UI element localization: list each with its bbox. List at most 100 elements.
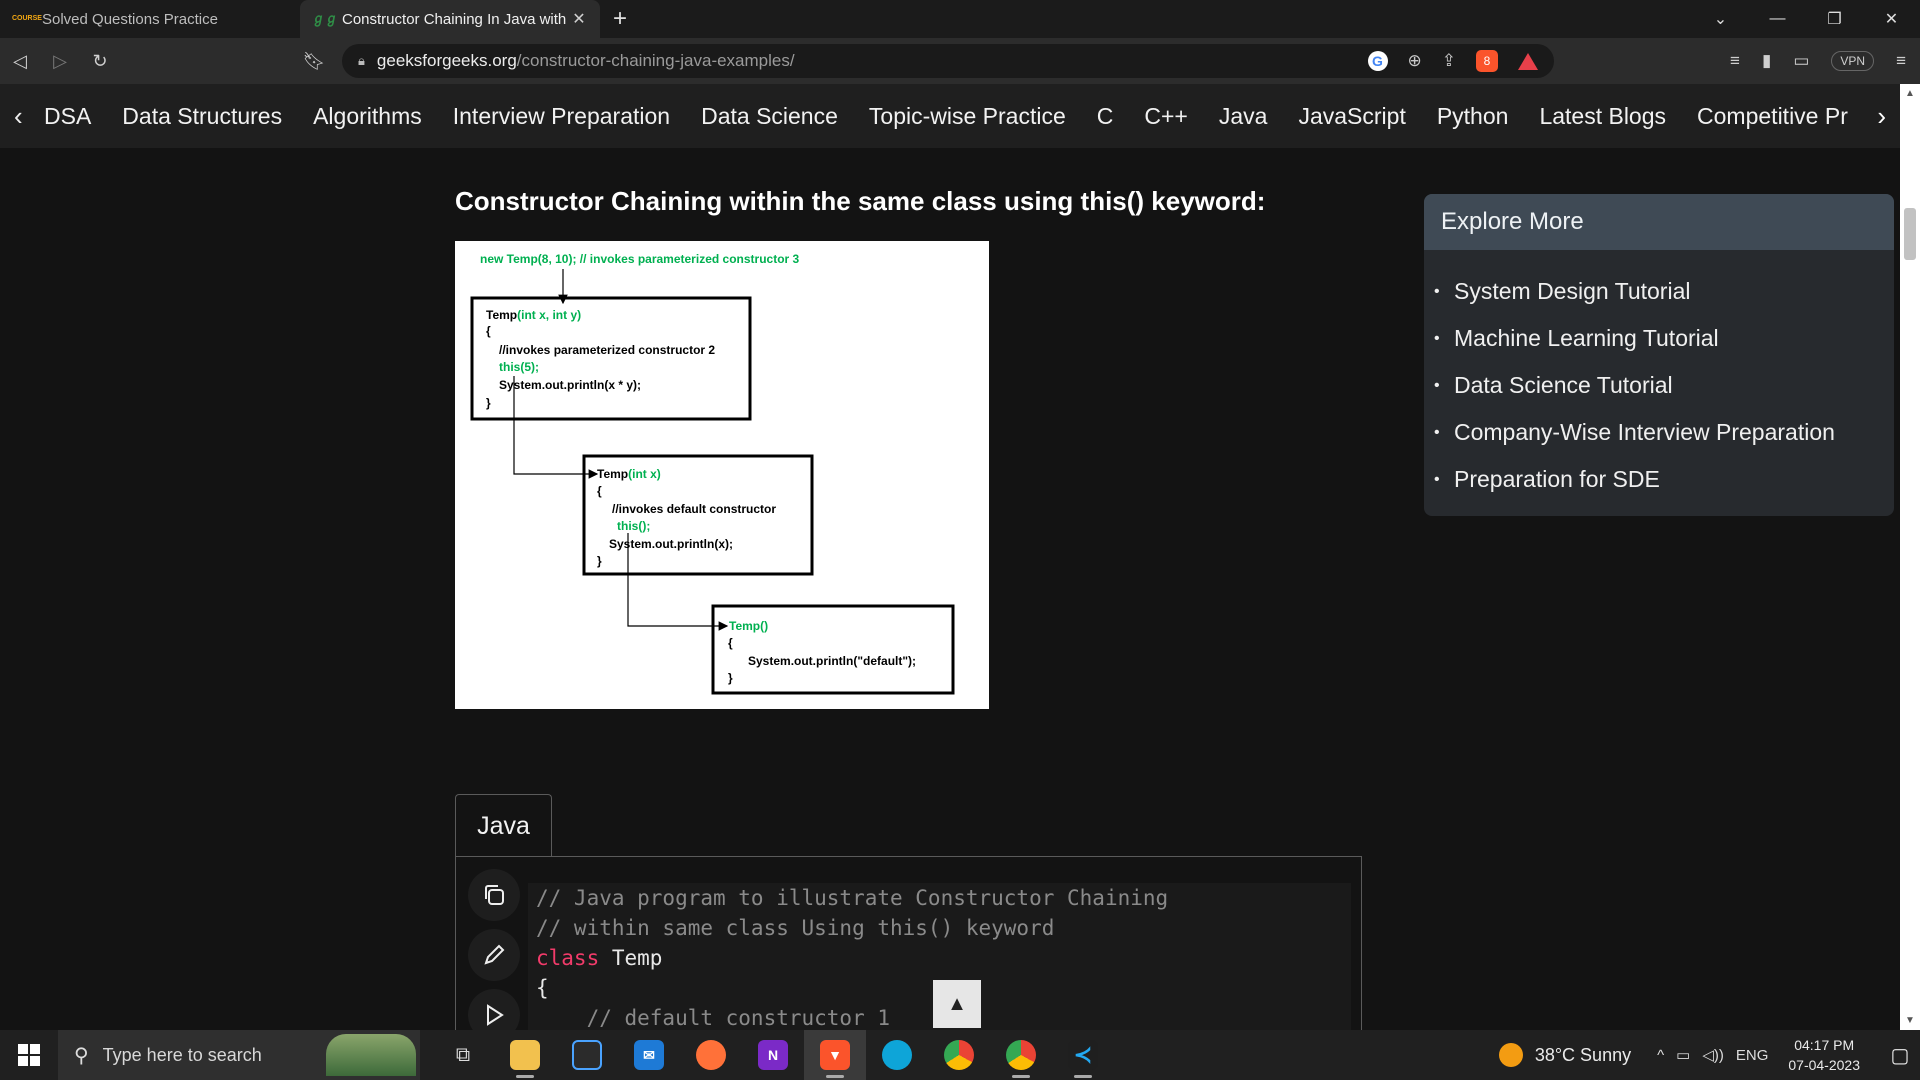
explore-link-company-wise[interactable]: • Company-Wise Interview Preparation <box>1424 409 1894 456</box>
chrome-profile-icon[interactable] <box>990 1030 1052 1080</box>
playlist-icon[interactable]: ≡ <box>1730 51 1740 71</box>
minimize-button[interactable]: — <box>1749 0 1806 38</box>
nav-item-python[interactable]: Python <box>1437 103 1509 130</box>
link-label: Company-Wise Interview Preparation <box>1454 419 1835 445</box>
start-button[interactable] <box>0 1030 58 1080</box>
tab-solved-questions[interactable]: COURSE Solved Questions Practice <box>0 0 300 38</box>
code-line: class Temp <box>528 943 1351 973</box>
wallet-icon[interactable]: ▭ <box>1793 51 1809 71</box>
nav-item-data-structures[interactable]: Data Structures <box>122 103 282 130</box>
brave-rewards-icon[interactable] <box>1518 52 1538 70</box>
article-content: Constructor Chaining within the same cla… <box>0 148 1900 1030</box>
battery-icon[interactable]: ▭ <box>1676 1046 1690 1064</box>
close-window-button[interactable]: ✕ <box>1863 0 1920 38</box>
copy-code-icon[interactable] <box>468 869 520 921</box>
forward-button[interactable]: ▷ <box>40 38 80 84</box>
code-keyword: class <box>536 946 600 970</box>
explore-link-machine-learning[interactable]: • Machine Learning Tutorial <box>1424 315 1894 362</box>
search-highlight-image <box>326 1034 416 1076</box>
lock-icon: 🔒︎ <box>358 53 365 68</box>
weather-widget[interactable]: 38°C Sunny <box>1498 1043 1631 1067</box>
box3-sig: Temp() <box>729 619 768 633</box>
edge-icon[interactable] <box>866 1030 928 1080</box>
nav-item-c[interactable]: C <box>1097 103 1114 130</box>
nav-item-latest-blogs[interactable]: Latest Blogs <box>1539 103 1666 130</box>
edit-code-icon[interactable] <box>468 929 520 981</box>
explore-link-data-science[interactable]: • Data Science Tutorial <box>1424 362 1894 409</box>
menu-icon[interactable]: ≡ <box>1896 51 1906 71</box>
box2-params: (int x) <box>628 467 661 481</box>
search-icon: ⚲ <box>74 1044 89 1067</box>
browser-toolbar: ◁ ▷ ↻ 🔖︎ 🔒︎ geeksforgeeks.org/constructo… <box>0 38 1920 84</box>
box1-open: { <box>486 324 491 338</box>
box2-call: this(); <box>617 519 650 533</box>
nav-item-javascript[interactable]: JavaScript <box>1298 103 1405 130</box>
taskbar-search-box[interactable]: ⚲ Type here to search <box>58 1030 420 1080</box>
explore-link-sde[interactable]: • Preparation for SDE <box>1424 456 1894 503</box>
tab-search-chevron-icon[interactable]: ⌄ <box>1692 0 1749 38</box>
sidebar-icon[interactable]: ▮ <box>1762 51 1771 71</box>
scroll-to-top-button[interactable]: ▲ <box>933 980 981 1028</box>
page-scrollbar[interactable]: ▲ ▼ <box>1900 84 1920 1030</box>
vscode-icon[interactable]: ≺ <box>1052 1030 1114 1080</box>
box2-open: { <box>597 484 602 498</box>
nav-item-java[interactable]: Java <box>1219 103 1268 130</box>
back-button[interactable]: ◁ <box>0 38 40 84</box>
explore-link-system-design[interactable]: • System Design Tutorial <box>1424 268 1894 315</box>
nav-item-competitive-programming[interactable]: Competitive Pr <box>1697 103 1848 130</box>
reload-button[interactable]: ↻ <box>80 38 120 84</box>
box2-close: } <box>597 554 602 568</box>
tab-title: Constructor Chaining In Java with E <box>342 10 570 28</box>
window-controls: ⌄ — ❐ ✕ <box>1692 0 1920 38</box>
address-bar[interactable]: 🔒︎ geeksforgeeks.org/constructor-chainin… <box>342 44 1554 78</box>
volume-icon[interactable]: ◁)) <box>1702 1046 1724 1064</box>
zoom-icon[interactable]: ⊕ <box>1408 51 1422 71</box>
language-indicator[interactable]: ENG <box>1736 1047 1769 1064</box>
onenote-icon[interactable]: N <box>742 1030 804 1080</box>
nav-item-cpp[interactable]: C++ <box>1144 103 1187 130</box>
clock-time: 04:17 PM <box>1794 1037 1855 1053</box>
link-label: Preparation for SDE <box>1454 466 1660 492</box>
notification-icon[interactable]: ▢ <box>1880 1043 1920 1068</box>
box1-call: this(5); <box>499 360 539 374</box>
firefox-icon[interactable] <box>680 1030 742 1080</box>
nav-item-dsa[interactable]: DSA <box>44 103 91 130</box>
scroll-down-arrow-icon[interactable]: ▼ <box>1905 1015 1915 1026</box>
nav-item-topic-wise-practice[interactable]: Topic-wise Practice <box>869 103 1066 130</box>
task-view-icon[interactable]: ⧉ <box>432 1030 494 1080</box>
box3-print: System.out.println("default"); <box>748 654 916 668</box>
share-icon[interactable]: ⇪ <box>1442 51 1456 71</box>
restore-button[interactable]: ❐ <box>1806 0 1863 38</box>
mail-icon[interactable]: ✉ <box>618 1030 680 1080</box>
tab-constructor-chaining[interactable]: ℊℊ Constructor Chaining In Java with E ✕ <box>300 0 600 38</box>
site-nav-bar: ‹ DSA Data Structures Algorithms Intervi… <box>0 84 1900 148</box>
microsoft-store-icon[interactable] <box>556 1030 618 1080</box>
chrome-icon[interactable] <box>928 1030 990 1080</box>
system-tray: 38°C Sunny ^ ▭ ◁)) ENG 04:17 PM 07-04-20… <box>1498 1030 1920 1080</box>
brave-shields-icon[interactable]: 8 <box>1476 50 1498 72</box>
brave-taskbar-icon[interactable]: ▼ <box>804 1030 866 1080</box>
nav-item-interview-preparation[interactable]: Interview Preparation <box>453 103 670 130</box>
file-explorer-icon[interactable] <box>494 1030 556 1080</box>
box1-params: (int x, int y) <box>517 308 581 322</box>
new-tab-button[interactable]: + <box>600 0 640 38</box>
nav-scroll-right-icon[interactable]: › <box>1871 84 1886 148</box>
close-tab-icon[interactable]: ✕ <box>570 9 588 29</box>
clock[interactable]: 04:17 PM 07-04-2023 <box>1788 1035 1860 1075</box>
bookmark-icon[interactable]: 🔖︎ <box>294 38 334 84</box>
nav-item-data-science[interactable]: Data Science <box>701 103 838 130</box>
vpn-button[interactable]: VPN <box>1831 51 1875 71</box>
nav-item-algorithms[interactable]: Algorithms <box>313 103 422 130</box>
box1-close: } <box>486 396 491 410</box>
show-hidden-icons-icon[interactable]: ^ <box>1657 1047 1664 1064</box>
gfg-favicon-icon: ℊℊ <box>312 11 339 26</box>
nav-scroll-left-icon[interactable]: ‹ <box>14 101 32 132</box>
search-placeholder: Type here to search <box>102 1044 262 1065</box>
scrollbar-thumb[interactable] <box>1904 208 1916 260</box>
clock-date: 07-04-2023 <box>1788 1057 1860 1073</box>
google-icon[interactable]: G <box>1367 51 1388 71</box>
code-language-tab[interactable]: Java <box>455 794 552 858</box>
scroll-up-arrow-icon[interactable]: ▲ <box>1905 88 1915 99</box>
run-code-icon[interactable] <box>468 989 520 1030</box>
svg-text:Temp(int x, int y): Temp(int x, int y) <box>486 308 581 322</box>
